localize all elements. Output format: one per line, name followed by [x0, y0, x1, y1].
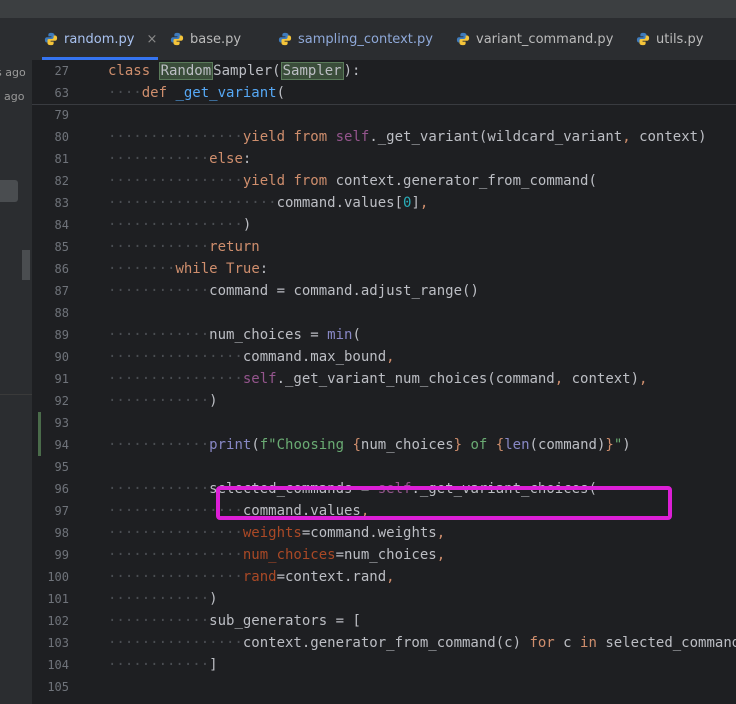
python-icon: [44, 32, 58, 46]
history-time-label: s ago: [0, 66, 26, 79]
tab-random-py[interactable]: random.py ×: [42, 18, 158, 60]
code-line[interactable]: ················yield from self._get_var…: [108, 126, 707, 148]
window-top-strip: [0, 0, 736, 18]
editor-tab-bar: random.py × base.py sampling_context.py …: [32, 18, 736, 61]
python-icon: [170, 32, 184, 46]
sticky-line-def[interactable]: ····def _get_variant(: [108, 82, 285, 104]
line-number: 27: [54, 64, 69, 78]
code-editor[interactable]: 79 80 ················yield from self._get…: [32, 60, 736, 704]
code-line[interactable]: ················weights=command.weights,: [108, 522, 445, 544]
line-number: 103: [47, 636, 69, 650]
tab-utils-py[interactable]: utils.py: [636, 18, 703, 60]
code-line[interactable]: ············): [108, 390, 218, 412]
code-line[interactable]: ················self._get_variant_num_ch…: [108, 368, 647, 390]
line-number: 81: [54, 152, 69, 166]
line-number: 100: [47, 570, 69, 584]
line-number: 87: [54, 284, 69, 298]
line-number: 94: [54, 438, 69, 452]
panel-selected-item[interactable]: [0, 180, 18, 202]
line-number: 90: [54, 350, 69, 364]
code-line[interactable]: ············return: [108, 236, 260, 258]
line-number: 96: [54, 482, 69, 496]
panel-scrollbar[interactable]: [22, 250, 30, 280]
tab-sampling-context-py[interactable]: sampling_context.py: [278, 18, 433, 60]
line-number: 97: [54, 504, 69, 518]
code-line[interactable]: ················num_choices=num_choices,: [108, 544, 445, 566]
python-icon: [636, 32, 650, 46]
history-time-label: ago: [4, 90, 25, 103]
line-number: 99: [54, 548, 69, 562]
line-number: 80: [54, 130, 69, 144]
line-number: 79: [54, 108, 69, 122]
line-number: 86: [54, 262, 69, 276]
line-number: 95: [54, 460, 69, 474]
line-number: 104: [47, 658, 69, 672]
python-icon: [278, 32, 292, 46]
tab-base-py[interactable]: base.py: [170, 18, 241, 60]
line-number: 91: [54, 372, 69, 386]
code-line[interactable]: ············): [108, 588, 218, 610]
line-number: 105: [47, 680, 69, 694]
sticky-scroll-header[interactable]: 27 class Random Sampler(Sampler): 63 ····…: [32, 60, 736, 105]
line-number: 93: [54, 416, 69, 430]
line-number: 88: [54, 306, 69, 320]
code-line[interactable]: ············else:: [108, 148, 251, 170]
code-line[interactable]: ············]: [108, 654, 218, 676]
line-number: 102: [47, 614, 69, 628]
tab-label: base.py: [190, 31, 242, 47]
tab-label: sampling_context.py: [298, 31, 433, 47]
code-line[interactable]: ················): [108, 214, 251, 236]
line-number: 83: [54, 196, 69, 210]
line-number: 89: [54, 328, 69, 342]
code-line[interactable]: ················context.generator_from_c…: [108, 632, 736, 654]
line-number: 92: [54, 394, 69, 408]
highlight-box: [216, 486, 672, 520]
code-line[interactable]: ············num_choices = min(: [108, 324, 361, 346]
line-number: 84: [54, 218, 69, 232]
close-icon[interactable]: ×: [147, 32, 158, 47]
code-line[interactable]: ············print(f"Choosing {num_choice…: [108, 434, 631, 456]
line-number: 85: [54, 240, 69, 254]
code-line[interactable]: ················command.max_bound,: [108, 346, 395, 368]
left-tool-panel: s ago ago: [0, 18, 33, 704]
line-number: 101: [47, 592, 69, 606]
tab-label: variant_command.py: [476, 31, 614, 47]
tab-label: random.py: [64, 31, 135, 47]
python-icon: [456, 32, 470, 46]
line-number: 63: [54, 86, 69, 100]
code-line[interactable]: ················yield from context.gener…: [108, 170, 597, 192]
tab-label: utils.py: [656, 31, 704, 47]
code-line[interactable]: ················rand=context.rand,: [108, 566, 395, 588]
code-line[interactable]: ············sub_generators = [: [108, 610, 361, 632]
code-line[interactable]: ········while True:: [108, 258, 268, 280]
tab-variant-command-py[interactable]: variant_command.py: [456, 18, 613, 60]
line-number: 82: [54, 174, 69, 188]
sticky-line-class[interactable]: class Random Sampler(Sampler):: [108, 60, 360, 82]
line-number: 98: [54, 526, 69, 540]
code-line[interactable]: ····················command.values[0],: [108, 192, 428, 214]
panel-divider: [0, 394, 32, 395]
code-line[interactable]: ············command = command.adjust_ran…: [108, 280, 479, 302]
